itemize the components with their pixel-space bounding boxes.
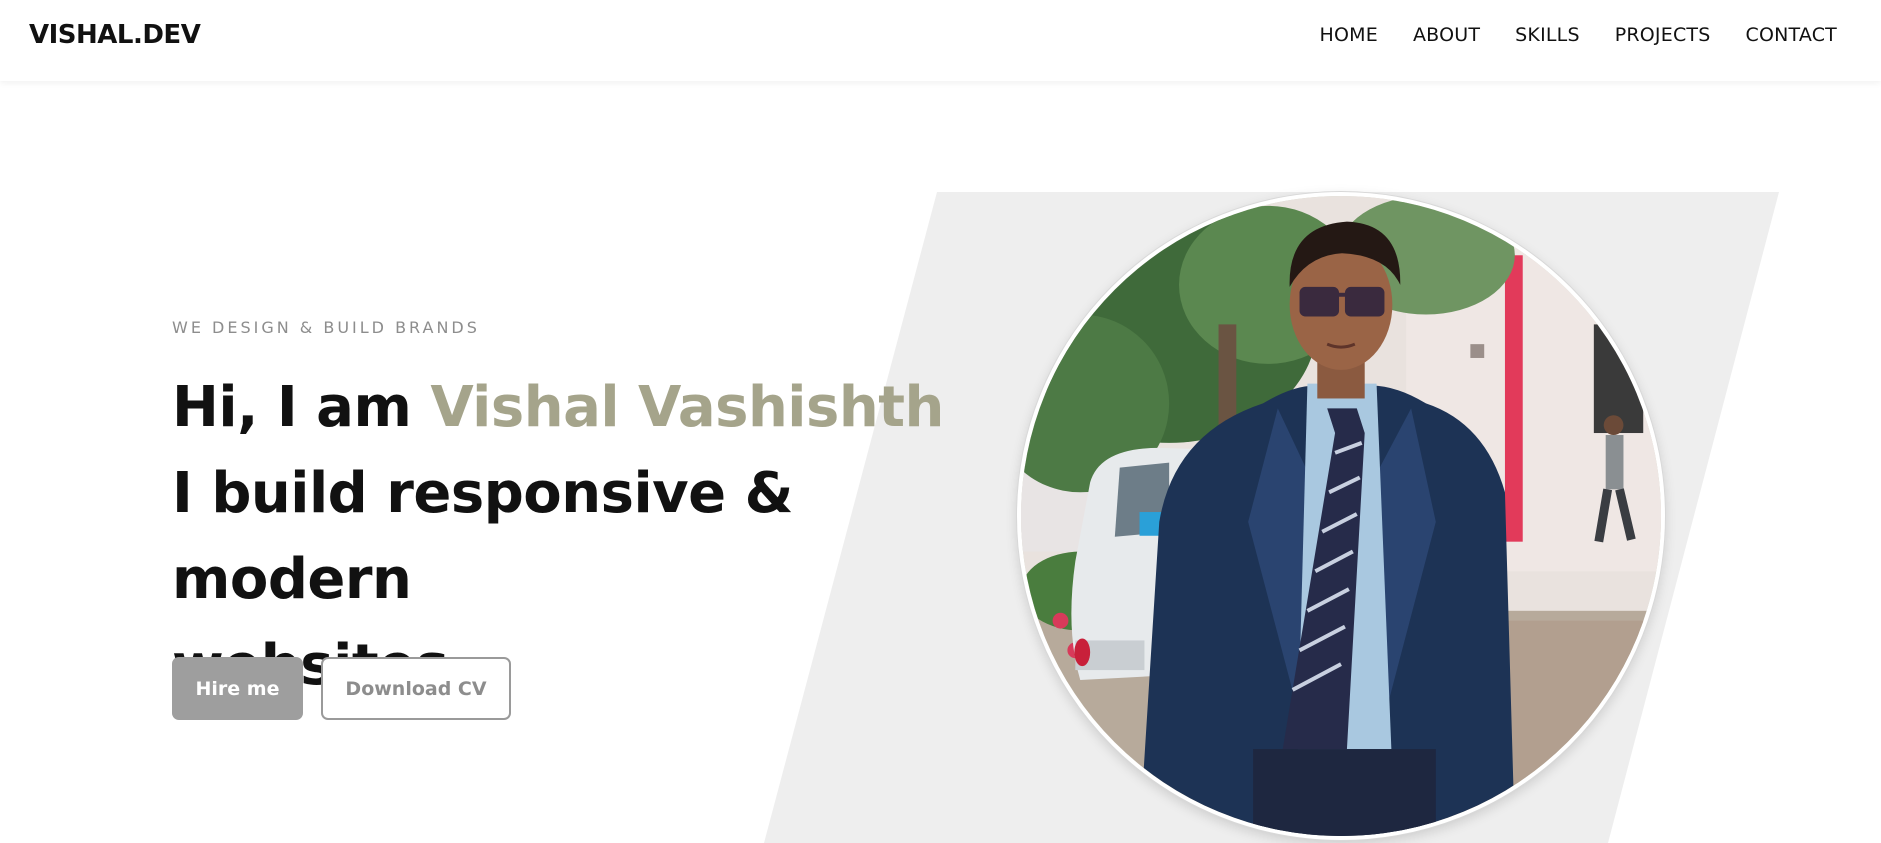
nav-skills[interactable]: SKILLS [1515, 24, 1580, 46]
hire-me-button[interactable]: Hire me [172, 657, 303, 720]
hero-tagline: WE DESIGN & BUILD BRANDS [172, 318, 480, 337]
nav-contact[interactable]: CONTACT [1745, 24, 1837, 46]
site-logo[interactable]: VISHAL.DEV [29, 20, 201, 50]
download-cv-button[interactable]: Download CV [321, 657, 511, 720]
main-nav: HOME ABOUT SKILLS PROJECTS CONTACT [1285, 24, 1837, 46]
profile-photo [1017, 192, 1665, 840]
nav-about[interactable]: ABOUT [1413, 24, 1480, 46]
nav-home[interactable]: HOME [1320, 24, 1378, 46]
hero-name: Vishal Vashishth [430, 375, 944, 440]
hero-line-2: I build responsive & modern [172, 461, 793, 612]
hero-greeting: Hi, I am [172, 375, 431, 440]
nav-projects[interactable]: PROJECTS [1615, 24, 1711, 46]
profile-photo-illustration [1021, 196, 1661, 836]
site-header: VISHAL.DEV HOME ABOUT SKILLS PROJECTS CO… [0, 0, 1881, 81]
